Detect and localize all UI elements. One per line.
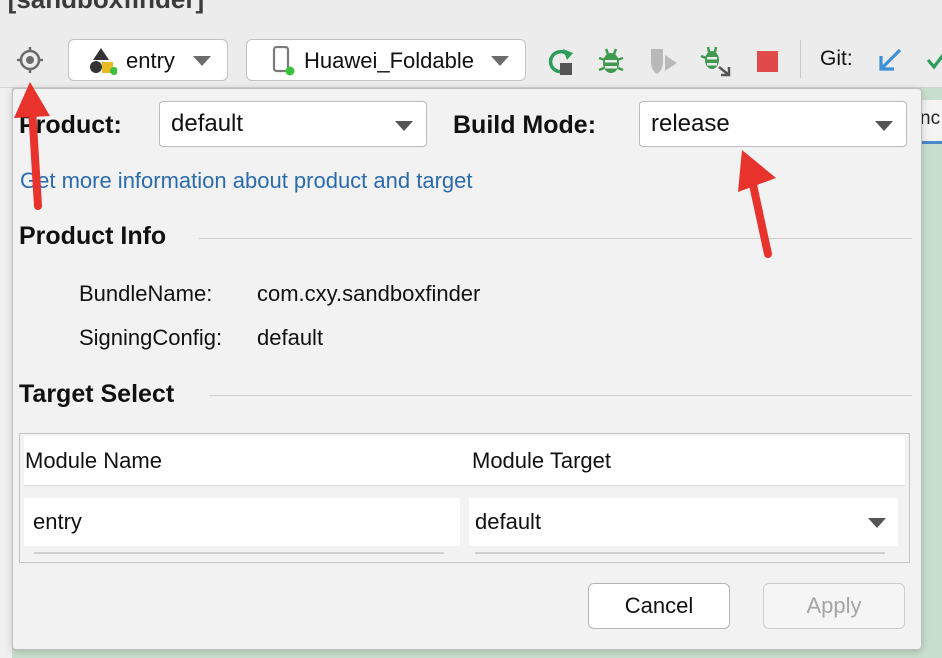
signing-config-value: default: [257, 325, 324, 350]
chevron-down-icon: [868, 518, 886, 528]
profile-shield-icon[interactable]: [646, 44, 680, 78]
apply-button[interactable]: Apply: [763, 583, 905, 629]
main-toolbar: entry Huawei_Foldable Git:: [0, 30, 942, 88]
section-divider: [199, 238, 912, 239]
module-selector[interactable]: entry: [68, 39, 228, 81]
build-mode-select[interactable]: release: [639, 101, 907, 147]
rerun-icon[interactable]: [544, 44, 578, 78]
chevron-down-icon: [395, 121, 413, 131]
build-mode-label: Build Mode:: [453, 111, 597, 139]
git-commit-icon[interactable]: [924, 44, 942, 76]
git-label: Git:: [820, 47, 853, 70]
module-selector-value: entry: [126, 48, 175, 73]
attach-debugger-icon[interactable]: [698, 44, 732, 78]
target-settings-icon[interactable]: [14, 44, 46, 76]
cell-underline: [34, 552, 444, 554]
target-select-table: Module Name Module Target entry default: [19, 433, 910, 563]
product-build-popup: Product: default Build Mode: release Get…: [12, 88, 922, 650]
toolbar-separator: [800, 40, 801, 78]
cancel-button[interactable]: Cancel: [588, 583, 730, 629]
column-header-module-name: Module Name: [25, 448, 162, 473]
module-name-value: entry: [33, 509, 82, 534]
debug-bug-icon[interactable]: [594, 44, 628, 78]
chevron-down-icon: [875, 121, 893, 131]
bundle-name-value: com.cxy.sandboxfinder: [257, 281, 481, 306]
background-panel-edge: [0, 88, 12, 658]
window-title: 5 [sandboxfinder]: [0, 0, 204, 15]
module-shapes-icon: [87, 47, 118, 75]
chevron-down-icon: [491, 56, 509, 66]
product-label: Product:: [19, 111, 122, 139]
git-update-icon[interactable]: [874, 44, 906, 76]
module-target-select[interactable]: default: [469, 498, 898, 546]
table-header: Module Name Module Target: [24, 436, 905, 486]
signing-config-label: SigningConfig:: [79, 325, 223, 350]
product-info-heading: Product Info: [19, 222, 167, 250]
device-selector[interactable]: Huawei_Foldable: [246, 39, 526, 81]
product-select[interactable]: default: [159, 101, 427, 147]
section-divider: [209, 395, 912, 396]
build-mode-select-value: release: [651, 110, 730, 137]
module-target-value: default: [475, 509, 542, 534]
chevron-down-icon: [193, 56, 211, 66]
stop-icon[interactable]: [752, 46, 782, 76]
window-titlebar: 5 [sandboxfinder]: [0, 0, 942, 30]
phone-device-icon: [271, 45, 299, 76]
column-header-module-target: Module Target: [472, 448, 612, 473]
background-editor-tab-label: nc: [920, 108, 941, 129]
device-selector-value: Huawei_Foldable: [304, 48, 474, 73]
bundle-name-label: BundleName:: [79, 281, 213, 306]
cell-underline: [475, 552, 885, 554]
product-target-info-link[interactable]: Get more information about product and t…: [20, 168, 472, 194]
product-select-value: default: [171, 110, 244, 137]
target-select-heading: Target Select: [19, 380, 175, 408]
module-name-cell[interactable]: entry: [24, 498, 460, 546]
